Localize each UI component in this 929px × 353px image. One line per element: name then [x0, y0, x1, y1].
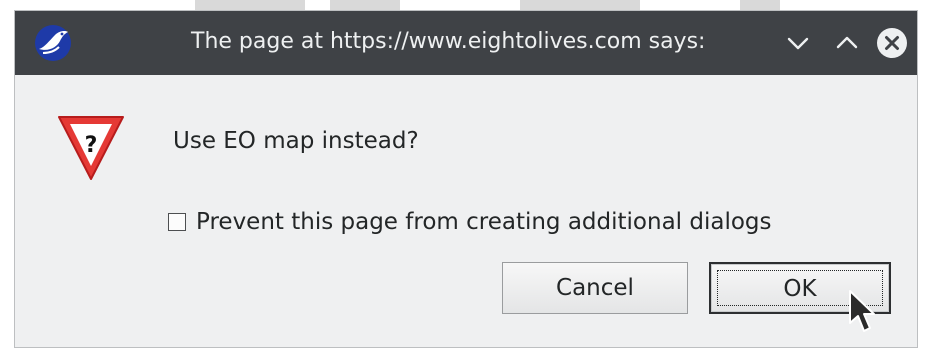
- cancel-button[interactable]: Cancel: [502, 262, 688, 314]
- prevent-dialogs-checkbox[interactable]: [168, 213, 186, 231]
- close-button[interactable]: [876, 27, 908, 59]
- dialog-titlebar[interactable]: The page at https://www.eightolives.com …: [15, 11, 917, 75]
- question-warning-icon: ?: [58, 116, 124, 180]
- ok-button[interactable]: OK: [709, 262, 891, 314]
- ok-button-label: OK: [783, 276, 817, 302]
- dialog-title: The page at https://www.eightolives.com …: [191, 29, 706, 54]
- chevron-down-icon: [787, 37, 809, 50]
- maximize-button[interactable]: [831, 27, 863, 59]
- svg-text:?: ?: [85, 133, 98, 158]
- prevent-dialogs-label[interactable]: Prevent this page from creating addition…: [196, 209, 772, 235]
- dialog-message: Use EO map instead?: [173, 128, 419, 154]
- close-icon: [877, 28, 907, 58]
- alert-dialog: The page at https://www.eightolives.com …: [14, 10, 918, 348]
- minimize-button[interactable]: [782, 27, 814, 59]
- seamonkey-bird-icon: [35, 25, 71, 61]
- prevent-dialogs-checkbox-row[interactable]: Prevent this page from creating addition…: [168, 209, 772, 235]
- chevron-up-icon: [836, 36, 858, 49]
